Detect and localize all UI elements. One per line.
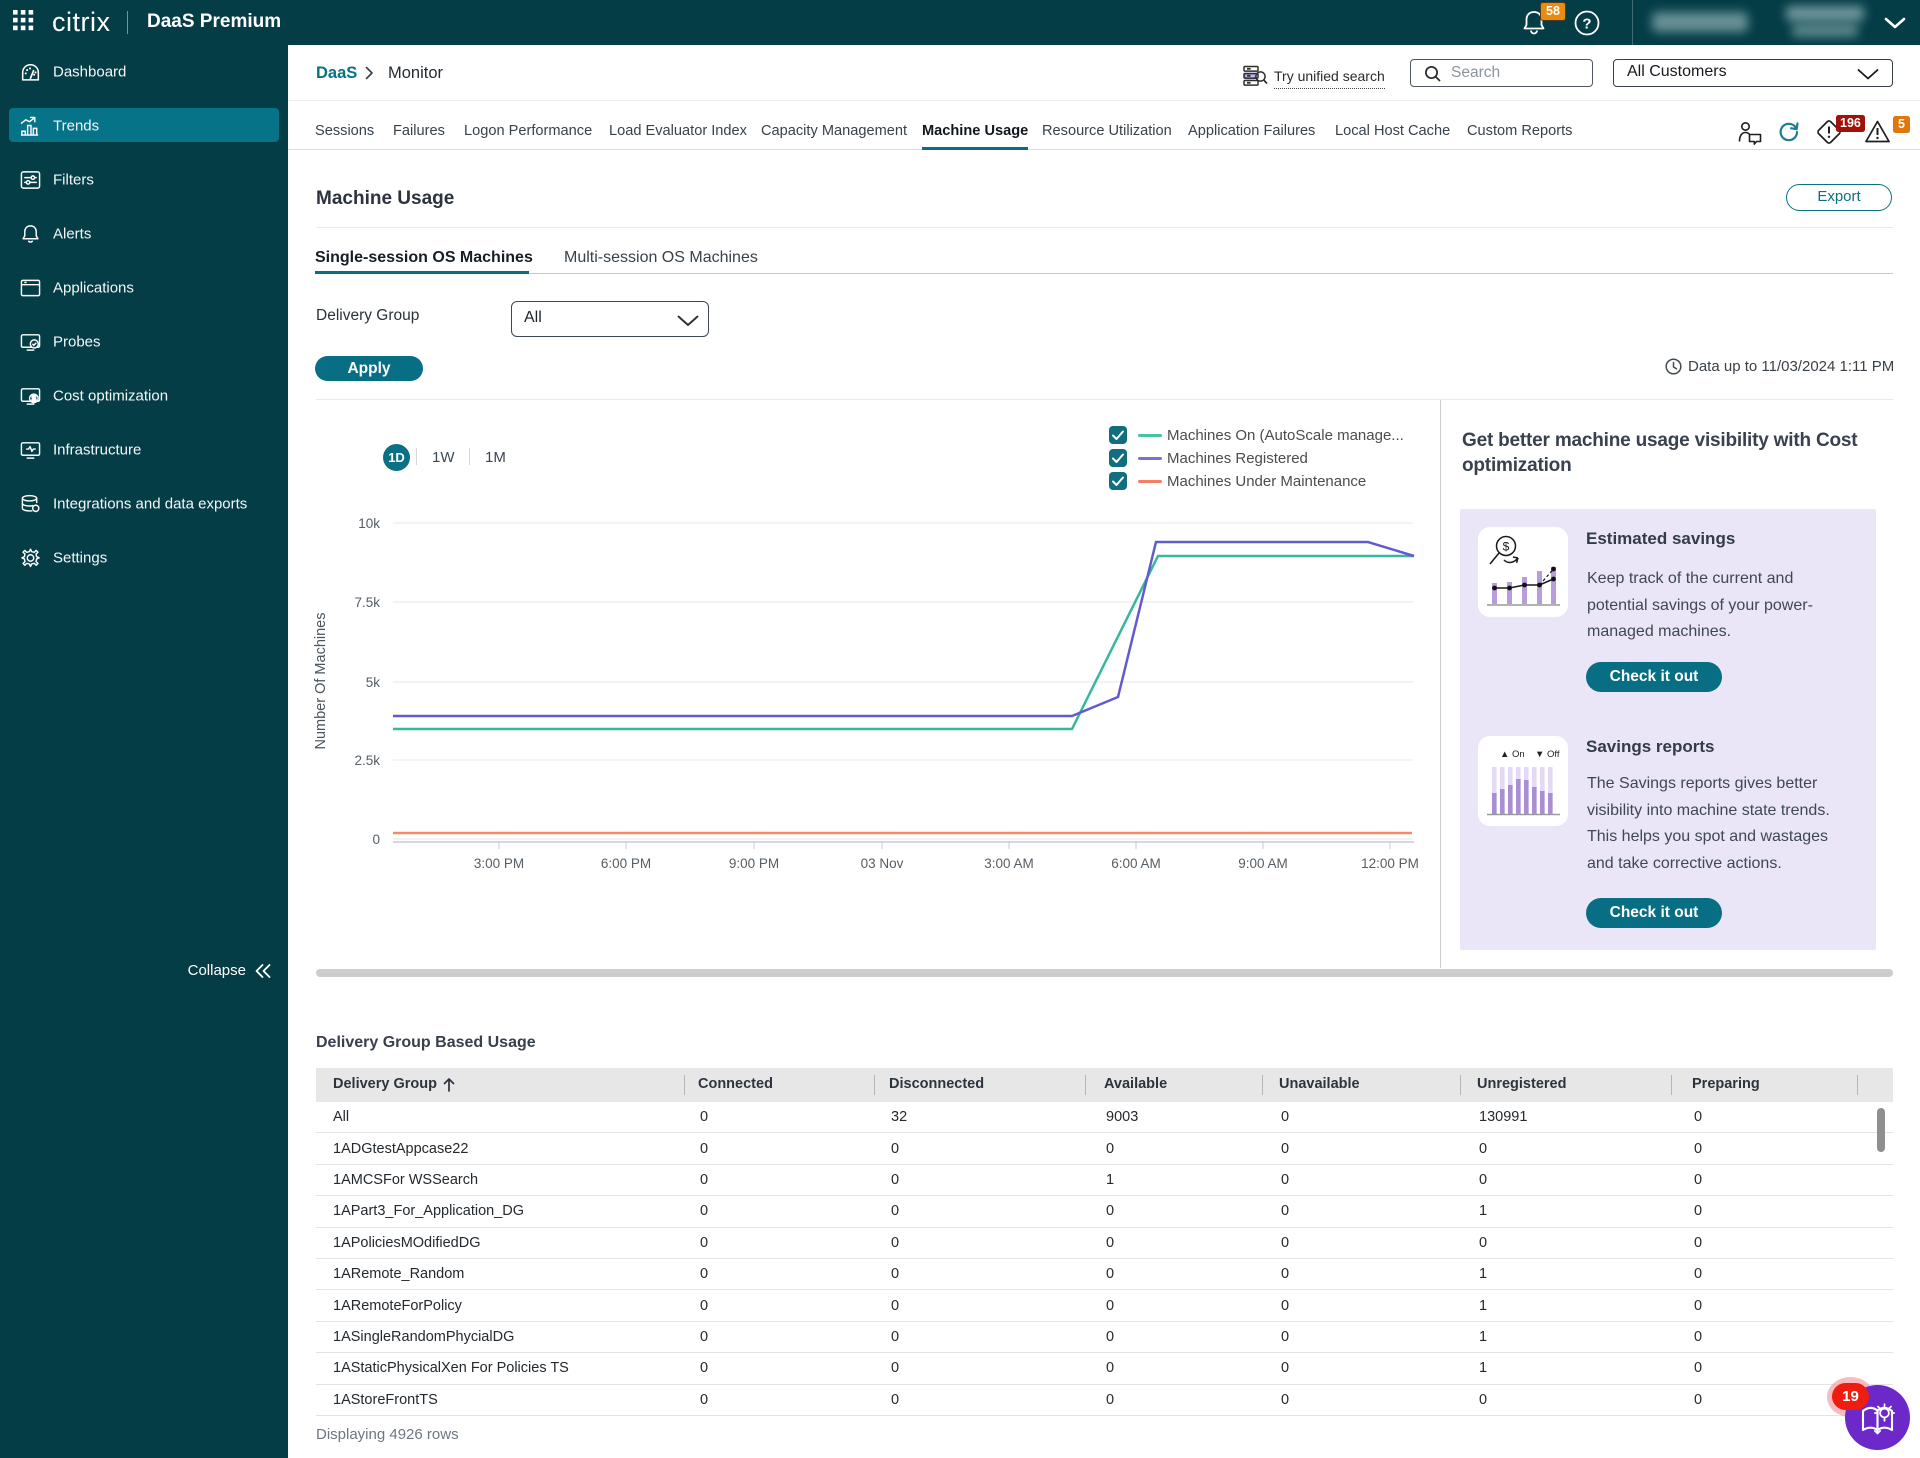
svg-text:▼ Off: ▼ Off [1535,749,1560,760]
svg-text:▲ On: ▲ On [1500,749,1525,760]
svg-text:7.5k: 7.5k [354,595,380,610]
svg-text:12:00 PM: 12:00 PM [1361,856,1419,871]
svg-text:9:00 AM: 9:00 AM [1238,856,1288,871]
svg-text:Number Of Machines: Number Of Machines [313,613,329,750]
svg-text:2.5k: 2.5k [354,753,380,768]
svg-text:9:00 PM: 9:00 PM [729,856,779,871]
svg-text:?: ? [1582,16,1591,33]
svg-text:3:00 PM: 3:00 PM [474,856,524,871]
svg-text:6:00 PM: 6:00 PM [601,856,651,871]
svg-text:03 Nov: 03 Nov [861,856,904,871]
svg-text:10k: 10k [358,516,380,531]
svg-text:0: 0 [372,832,380,847]
svg-text:$: $ [32,395,37,404]
svg-text:5k: 5k [366,675,381,690]
svg-text:3:00 AM: 3:00 AM [984,856,1034,871]
svg-text:$: $ [1503,540,1510,554]
svg-text:6:00 AM: 6:00 AM [1111,856,1161,871]
